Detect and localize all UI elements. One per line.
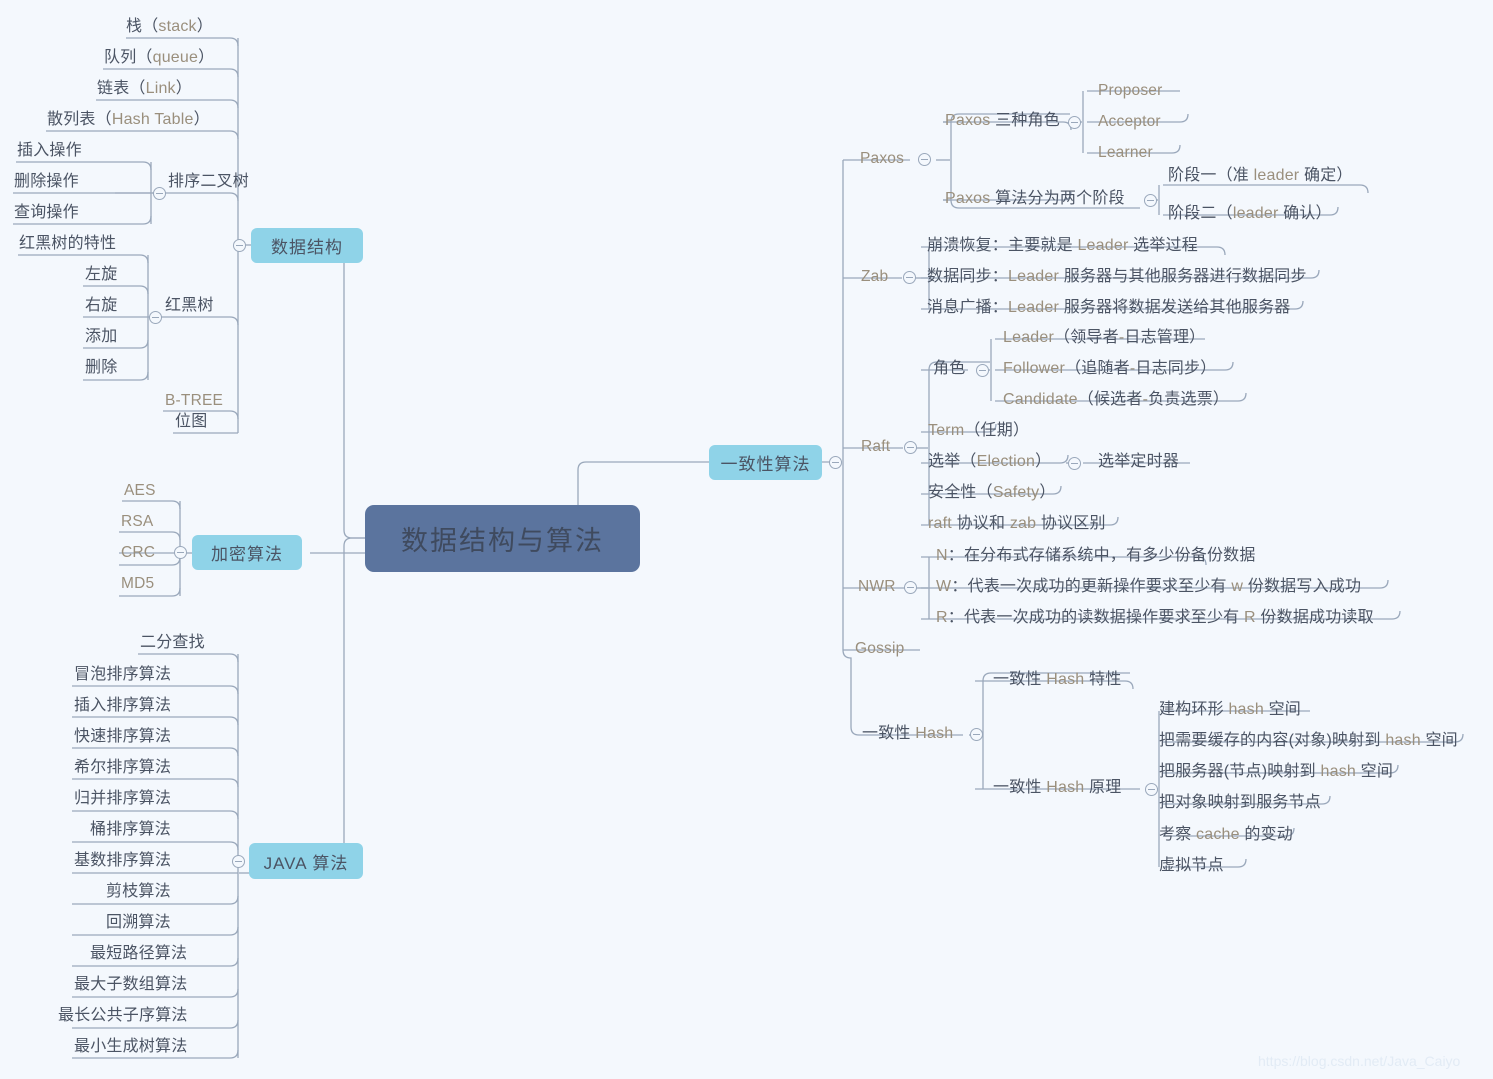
watermark: https://blog.csdn.net/Java_Caiyo [1258,1053,1461,1069]
branch-java-algorithms[interactable]: JAVA 算法 [249,843,363,879]
node-raft-candidate[interactable]: Candidate（候选者-负责选票） [1003,392,1229,408]
node-merge-sort[interactable]: 归并排序算法 [74,791,171,807]
toggle-raft-election[interactable] [1068,457,1081,470]
node-lcs[interactable]: 最长公共子序算法 [58,1008,188,1024]
node-left-rotate[interactable]: 左旋 [85,267,117,283]
node-paxos[interactable]: Paxos [860,151,904,167]
node-crc[interactable]: CRC [121,545,155,561]
mindmap-canvas: 数据结构与算法 数据结构 加密算法 JAVA 算法 一致性算法 栈（stack）… [0,0,1493,1079]
node-learner[interactable]: Learner [1098,145,1153,161]
node-raft-vs-zab[interactable]: raft 协议和 zab 协议区别 [928,516,1106,532]
node-backtracking[interactable]: 回溯算法 [106,915,171,931]
node-election-timer[interactable]: 选举定时器 [1098,454,1179,470]
node-map-objects-to-hash[interactable]: 把需要缓存的内容(对象)映射到 hash 空间 [1159,733,1458,749]
node-bucket-sort[interactable]: 桶排序算法 [90,822,171,838]
node-md5[interactable]: MD5 [121,576,154,592]
node-rbt-delete[interactable]: 删除 [85,360,117,376]
toggle-consistency[interactable] [829,456,842,469]
toggle-consistent-hash-principle[interactable] [1145,783,1158,796]
node-zab-crash-recovery[interactable]: 崩溃恢复：主要就是 Leader 选举过程 [927,238,1198,254]
branch-java-algorithms-label: JAVA 算法 [263,853,349,873]
node-shortest-path[interactable]: 最短路径算法 [90,946,187,962]
toggle-paxos[interactable] [918,153,931,166]
node-proposer[interactable]: Proposer [1098,83,1163,99]
node-quick-sort[interactable]: 快速排序算法 [74,729,171,745]
node-query-op[interactable]: 查询操作 [14,205,79,221]
node-raft-roles[interactable]: 角色 [933,361,965,377]
node-bitmap[interactable]: 位图 [175,414,207,430]
toggle-nwr[interactable] [904,581,917,594]
node-zab-data-sync[interactable]: 数据同步：Leader 服务器与其他服务器进行数据同步 [927,269,1307,285]
toggle-consistent-hash[interactable] [970,728,983,741]
node-raft-leader[interactable]: Leader（领导者-日志管理） [1003,330,1205,346]
node-acceptor[interactable]: Acceptor [1098,114,1161,130]
node-aes[interactable]: AES [124,483,156,499]
branch-encryption[interactable]: 加密算法 [192,535,302,570]
node-bubble-sort[interactable]: 冒泡排序算法 [74,667,171,683]
node-stack[interactable]: 栈（stack） [126,19,213,35]
node-b-tree[interactable]: B-TREE [165,393,223,409]
node-raft-follower[interactable]: Follower（追随者-日志同步） [1003,361,1216,377]
node-right-rotate[interactable]: 右旋 [85,298,117,314]
toggle-java-algorithms[interactable] [232,855,245,868]
node-zab[interactable]: Zab [861,269,888,285]
node-binary-search[interactable]: 二分查找 [140,635,205,651]
toggle-raft[interactable] [904,441,917,454]
node-nwr-n[interactable]: N：在分布式存储系统中，有多少份备份数据 [936,548,1256,564]
node-rbt-add[interactable]: 添加 [85,329,117,345]
node-map-servers-to-hash[interactable]: 把服务器(节点)映射到 hash 空间 [1159,764,1393,780]
node-delete-op[interactable]: 删除操作 [14,174,79,190]
node-radix-sort[interactable]: 基数排序算法 [74,853,171,869]
toggle-paxos-roles[interactable] [1068,116,1081,129]
node-cache-change[interactable]: 考察 cache 的变动 [1159,827,1293,843]
node-shell-sort[interactable]: 希尔排序算法 [74,760,171,776]
toggle-data-structure[interactable] [233,239,246,252]
node-max-subarray[interactable]: 最大子数组算法 [74,977,187,993]
node-rbt-properties[interactable]: 红黑树的特性 [19,236,116,252]
node-insert-op[interactable]: 插入操作 [17,143,82,159]
root-node[interactable]: 数据结构与算法 [365,505,640,572]
node-red-black-tree[interactable]: 红黑树 [165,298,214,314]
node-nwr-r[interactable]: R：代表一次成功的读数据操作要求至少有 R 份数据成功读取 [936,610,1374,626]
branch-encryption-label: 加密算法 [211,545,283,564]
node-paxos-roles[interactable]: Paxos 三种角色 [945,113,1060,129]
node-sorted-binary-tree[interactable]: 排序二叉树 [168,174,249,190]
node-paxos-phases[interactable]: Paxos 算法分为两个阶段 [945,191,1125,207]
toggle-sorted-binary-tree[interactable] [153,187,166,200]
toggle-red-black-tree[interactable] [149,311,162,324]
node-raft[interactable]: Raft [861,439,890,455]
node-phase-one[interactable]: 阶段一（准 leader 确定） [1168,168,1353,184]
node-map-object-to-node[interactable]: 把对象映射到服务节点 [1159,795,1321,811]
toggle-paxos-phases[interactable] [1144,194,1157,207]
node-mst[interactable]: 最小生成树算法 [74,1039,187,1055]
branch-consistency[interactable]: 一致性算法 [709,445,822,480]
node-gossip[interactable]: Gossip [855,641,904,657]
node-linked-list[interactable]: 链表（Link） [97,81,192,97]
node-raft-safety[interactable]: 安全性（Safety） [928,485,1056,501]
branch-data-structure-label: 数据结构 [271,238,343,257]
node-raft-term[interactable]: Term（任期） [928,423,1029,439]
node-rsa[interactable]: RSA [121,514,153,530]
node-nwr[interactable]: NWR [858,579,896,595]
node-zab-broadcast[interactable]: 消息广播：Leader 服务器将数据发送给其他服务器 [927,300,1291,316]
node-phase-two[interactable]: 阶段二（leader 确认） [1168,206,1332,222]
node-insertion-sort[interactable]: 插入排序算法 [74,698,171,714]
node-consistent-hash-features[interactable]: 一致性 Hash 特性 [993,672,1121,688]
node-consistent-hash-principle[interactable]: 一致性 Hash 原理 [993,780,1121,796]
root-node-label: 数据结构与算法 [401,526,604,556]
node-queue[interactable]: 队列（queue） [104,50,214,66]
node-virtual-node[interactable]: 虚拟节点 [1159,858,1224,874]
node-consistent-hash[interactable]: 一致性 Hash [862,726,953,742]
branch-data-structure[interactable]: 数据结构 [251,228,363,263]
branch-consistency-label: 一致性算法 [720,455,811,474]
node-raft-election[interactable]: 选举（Election） [928,454,1051,470]
toggle-zab[interactable] [903,271,916,284]
node-nwr-w[interactable]: W：代表一次成功的更新操作要求至少有 w 份数据写入成功 [936,579,1361,595]
node-hash-ring[interactable]: 建构环形 hash 空间 [1159,702,1301,718]
node-hash-table[interactable]: 散列表（Hash Table） [47,112,210,128]
node-pruning[interactable]: 剪枝算法 [106,884,171,900]
toggle-raft-roles[interactable] [976,364,989,377]
toggle-encryption[interactable] [174,546,187,559]
